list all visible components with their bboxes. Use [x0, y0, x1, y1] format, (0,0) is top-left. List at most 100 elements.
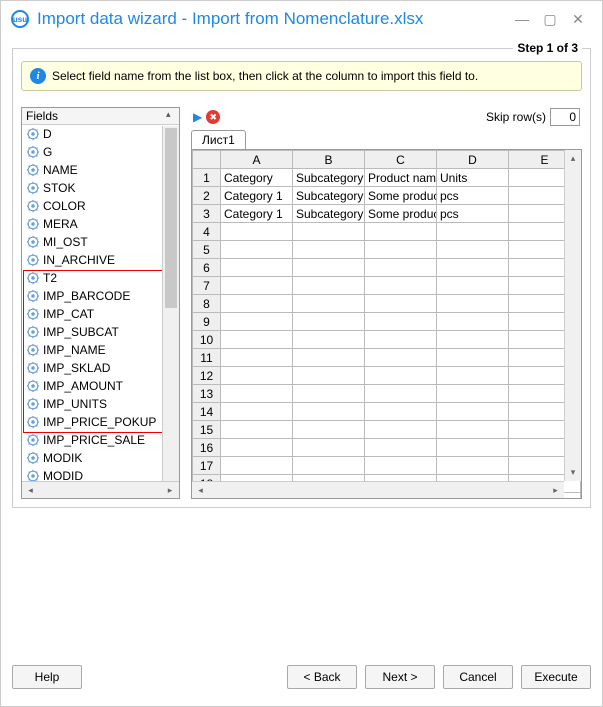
grid-cell[interactable] — [293, 457, 365, 475]
table-row[interactable]: 2Category 1SubcategorySome producpcs — [193, 187, 581, 205]
grid-cell[interactable] — [293, 313, 365, 331]
field-item[interactable]: IMP_PRICE_POKUP — [22, 413, 179, 431]
grid-cell[interactable] — [365, 403, 437, 421]
row-header[interactable]: 16 — [193, 439, 221, 457]
spreadsheet-grid[interactable]: ABCDE1CategorySubcategoryProduct nameUni… — [191, 149, 582, 499]
field-item[interactable]: STOK — [22, 179, 179, 197]
grid-cell[interactable] — [293, 367, 365, 385]
grid-cell[interactable] — [221, 241, 293, 259]
field-item[interactable]: MODID — [22, 467, 179, 481]
grid-cell[interactable] — [365, 349, 437, 367]
grid-cell[interactable]: Category 1 — [221, 187, 293, 205]
table-row[interactable]: 9 — [193, 313, 581, 331]
field-item[interactable]: IMP_NAME — [22, 341, 179, 359]
row-header[interactable]: 15 — [193, 421, 221, 439]
grid-cell[interactable] — [365, 295, 437, 313]
grid-cell[interactable] — [437, 223, 509, 241]
grid-cell[interactable]: Category — [221, 169, 293, 187]
grid-cell[interactable] — [365, 277, 437, 295]
table-row[interactable]: 13 — [193, 385, 581, 403]
grid-cell[interactable] — [437, 295, 509, 313]
grid-cell[interactable] — [365, 421, 437, 439]
hscroll-right-icon[interactable]: ▸ — [162, 482, 179, 499]
grid-cell[interactable] — [293, 385, 365, 403]
grid-cell[interactable]: Subcategory — [293, 169, 365, 187]
grid-hscrollbar[interactable]: ◂ ▸ — [192, 481, 564, 498]
grid-cell[interactable] — [221, 439, 293, 457]
grid-cell[interactable] — [221, 295, 293, 313]
scroll-up-icon[interactable]: ▴ — [166, 109, 175, 123]
row-header[interactable]: 1 — [193, 169, 221, 187]
field-item[interactable]: T2 — [22, 269, 179, 287]
grid-hscroll-left-icon[interactable]: ◂ — [192, 482, 209, 498]
field-item[interactable]: IMP_UNITS — [22, 395, 179, 413]
grid-cell[interactable] — [293, 403, 365, 421]
grid-cell[interactable] — [437, 277, 509, 295]
grid-vscroll-down-icon[interactable]: ▾ — [565, 464, 581, 481]
column-header[interactable]: C — [365, 151, 437, 169]
column-header[interactable]: A — [221, 151, 293, 169]
grid-cell[interactable] — [221, 259, 293, 277]
column-header[interactable]: B — [293, 151, 365, 169]
grid-cell[interactable] — [221, 403, 293, 421]
splitter[interactable] — [184, 107, 187, 499]
grid-vscroll-up-icon[interactable]: ▴ — [565, 150, 581, 167]
grid-cell[interactable] — [437, 421, 509, 439]
fields-hscrollbar[interactable]: ◂ ▸ — [22, 481, 179, 498]
grid-cell[interactable] — [293, 241, 365, 259]
row-header[interactable]: 7 — [193, 277, 221, 295]
row-header[interactable]: 12 — [193, 367, 221, 385]
table-row[interactable]: 17 — [193, 457, 581, 475]
grid-cell[interactable]: Subcategory — [293, 205, 365, 223]
grid-cell[interactable] — [437, 403, 509, 421]
grid-cell[interactable] — [365, 367, 437, 385]
execute-button[interactable]: Execute — [521, 665, 591, 689]
grid-hscroll-right-icon[interactable]: ▸ — [547, 482, 564, 498]
back-button[interactable]: < Back — [287, 665, 357, 689]
grid-cell[interactable] — [437, 241, 509, 259]
fields-vscroll-thumb[interactable] — [165, 128, 177, 308]
table-row[interactable]: 4 — [193, 223, 581, 241]
grid-cell[interactable] — [221, 313, 293, 331]
table-row[interactable]: 12 — [193, 367, 581, 385]
table-row[interactable]: 8 — [193, 295, 581, 313]
field-item[interactable]: IMP_SUBCAT — [22, 323, 179, 341]
grid-cell[interactable] — [437, 259, 509, 277]
field-item[interactable]: IMP_CAT — [22, 305, 179, 323]
grid-cell[interactable]: Subcategory — [293, 187, 365, 205]
field-item[interactable]: IMP_AMOUNT — [22, 377, 179, 395]
grid-cell[interactable] — [365, 331, 437, 349]
grid-cell[interactable] — [221, 421, 293, 439]
field-item[interactable]: IMP_PRICE_SALE — [22, 431, 179, 449]
field-item[interactable]: IN_ARCHIVE — [22, 251, 179, 269]
grid-vscrollbar[interactable]: ▴ ▾ — [564, 150, 581, 481]
grid-cell[interactable] — [293, 223, 365, 241]
grid-cell[interactable] — [437, 439, 509, 457]
table-row[interactable]: 1CategorySubcategoryProduct nameUnits — [193, 169, 581, 187]
grid-cell[interactable] — [437, 367, 509, 385]
field-item[interactable]: D — [22, 125, 179, 143]
grid-cell[interactable] — [437, 349, 509, 367]
table-row[interactable]: 3Category 1SubcategorySome producpcs — [193, 205, 581, 223]
grid-cell[interactable]: Product name — [365, 169, 437, 187]
grid-cell[interactable]: Units — [437, 169, 509, 187]
field-item[interactable]: G — [22, 143, 179, 161]
field-item[interactable]: IMP_BARCODE — [22, 287, 179, 305]
grid-cell[interactable] — [365, 385, 437, 403]
grid-cell[interactable] — [293, 439, 365, 457]
maximize-button[interactable]: ▢ — [536, 5, 564, 33]
play-icon[interactable]: ▶ — [193, 110, 202, 124]
table-row[interactable]: 7 — [193, 277, 581, 295]
grid-cell[interactable]: Some produc — [365, 205, 437, 223]
row-header[interactable]: 3 — [193, 205, 221, 223]
column-header[interactable]: D — [437, 151, 509, 169]
row-header[interactable]: 6 — [193, 259, 221, 277]
grid-cell[interactable] — [365, 223, 437, 241]
grid-cell[interactable] — [437, 313, 509, 331]
field-item[interactable]: COLOR — [22, 197, 179, 215]
grid-cell[interactable] — [365, 439, 437, 457]
grid-cell[interactable]: Some produc — [365, 187, 437, 205]
stop-icon[interactable]: ✖ — [206, 110, 220, 124]
grid-cell[interactable] — [293, 295, 365, 313]
row-header[interactable]: 11 — [193, 349, 221, 367]
